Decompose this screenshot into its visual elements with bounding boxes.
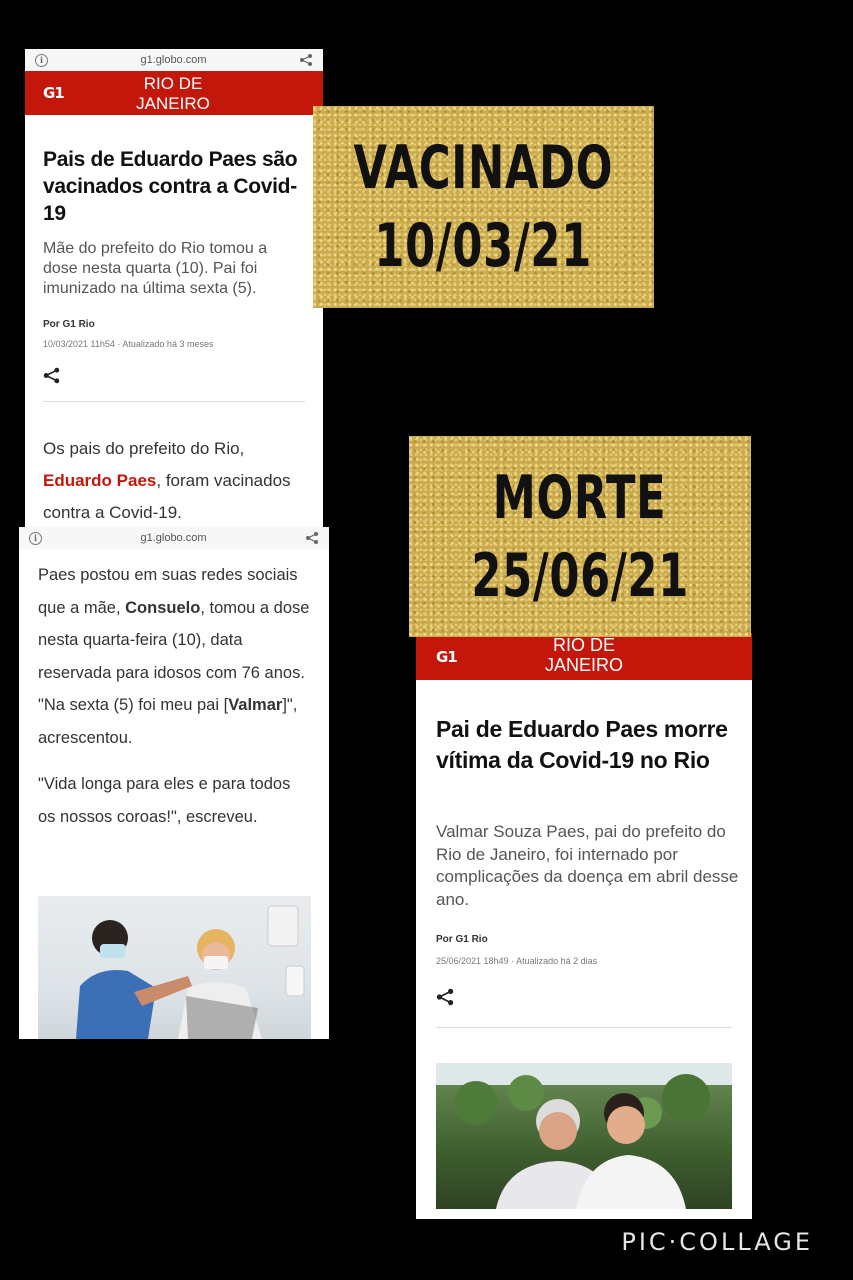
death-label: MORTE xyxy=(493,462,667,533)
pic-collage-watermark: PIC·COLLAGE xyxy=(621,1228,813,1256)
body-text-1: Os pais do prefeito do Rio, xyxy=(43,439,245,458)
death-date: 25/06/21 xyxy=(471,540,689,611)
vaccinated-date-banner: VACINADO 10/03/21 xyxy=(313,106,654,308)
p1-bold-consuelo: Consuelo xyxy=(125,598,201,617)
browser-url-bar: i g1.globo.com xyxy=(25,49,323,71)
info-icon[interactable]: i xyxy=(29,531,42,545)
share-icon[interactable] xyxy=(436,988,454,1006)
share-icon[interactable] xyxy=(305,532,319,544)
divider xyxy=(436,1027,732,1028)
father-son-scene xyxy=(436,1063,732,1209)
p1-bold-valmar: Valmar xyxy=(228,696,283,714)
article-headline: Pai de Eduardo Paes morre vítima da Covi… xyxy=(436,716,728,773)
vaccination-scene xyxy=(76,905,305,1039)
browser-url-bar: i g1.globo.com xyxy=(19,527,329,549)
g1-header: G1 RIO DE JANEIRO xyxy=(416,633,752,680)
g1-logo[interactable]: G1 xyxy=(43,84,65,102)
url-text: g1.globo.com xyxy=(140,54,207,66)
byline: Por G1 Rio xyxy=(436,934,488,945)
article-paragraph-1: Paes postou em suas redes sociais que a … xyxy=(38,559,313,754)
region-line2: JANEIRO xyxy=(136,94,210,113)
share-icon[interactable] xyxy=(299,54,313,66)
death-date-banner: MORTE 25/06/21 xyxy=(409,436,751,637)
article-subhead: Mãe do prefeito do Rio tomou a dose nest… xyxy=(43,240,268,297)
publish-date: 10/03/2021 11h54 · Atualizado há 3 meses xyxy=(43,339,214,349)
region-line1: RIO DE xyxy=(143,74,203,93)
eduardo-paes-link[interactable]: Eduardo Paes xyxy=(43,471,156,490)
vaccinated-date: 10/03/21 xyxy=(374,211,593,281)
region-line2: JANEIRO xyxy=(544,655,623,675)
region-label[interactable]: RIO DE JANEIRO xyxy=(544,635,624,675)
region-line1: RIO DE xyxy=(552,635,615,655)
article-card-death: G1 RIO DE JANEIRO Pai de Eduardo Paes mo… xyxy=(416,633,752,1219)
vaccinated-label: VACINADO xyxy=(353,133,614,203)
article-card-vaccinated: i g1.globo.com G1 RIO DE JANEIRO Pais de… xyxy=(25,49,323,529)
info-icon[interactable]: i xyxy=(35,53,48,67)
g1-header: G1 RIO DE JANEIRO xyxy=(25,71,323,115)
region-label[interactable]: RIO DE JANEIRO xyxy=(133,74,213,114)
g1-logo[interactable]: G1 xyxy=(436,648,458,666)
article-paragraph-2: "Vida longa para eles e para todos os no… xyxy=(38,775,291,826)
article-headline: Pais de Eduardo Paes são vacinados contr… xyxy=(43,148,298,225)
divider xyxy=(43,401,305,402)
share-icon[interactable] xyxy=(43,367,60,384)
url-text: g1.globo.com xyxy=(140,532,207,544)
article-card-continuation: i g1.globo.com Paes postou em suas redes… xyxy=(19,527,329,1039)
publish-date: 25/06/2021 18h49 · Atualizado há 2 dias xyxy=(436,956,598,966)
article-body: Os pais do prefeito do Rio, Eduardo Paes… xyxy=(43,433,308,529)
byline: Por G1 Rio xyxy=(43,319,95,330)
father-son-photo[interactable] xyxy=(436,1063,732,1209)
vaccination-photo[interactable] xyxy=(38,896,311,1039)
article-subhead: Valmar Souza Paes, pai do prefeito do Ri… xyxy=(436,822,739,909)
